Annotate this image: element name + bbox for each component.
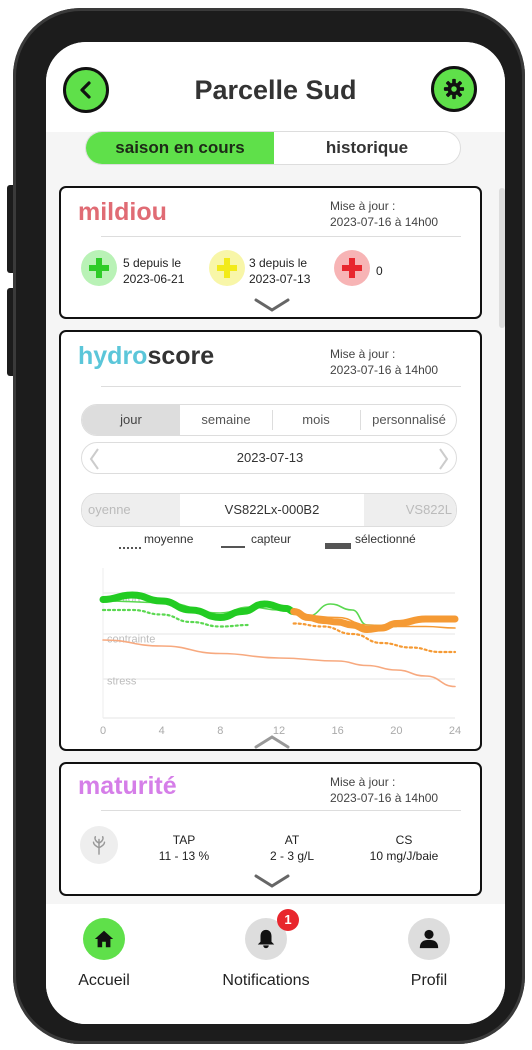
chevron-down-icon[interactable]	[254, 298, 290, 312]
metric-at-value: 2 - 3 g/L	[269, 849, 315, 863]
status-green-badge	[81, 250, 117, 286]
metric-tap-label: TAP	[172, 833, 196, 847]
sensor-selected[interactable]: VS822Lx-000B2	[180, 494, 364, 526]
tab-history[interactable]: historique	[274, 132, 460, 164]
period-selector: jour semaine mois personnalisé	[81, 404, 457, 436]
bottom-nav: Accueil Notifications Profil	[46, 904, 505, 1024]
sensor-next[interactable]: VS822L	[364, 494, 456, 526]
zone-label: contrainte	[107, 634, 155, 646]
legend-mean-swatch	[119, 547, 141, 549]
nav-profile-label[interactable]: Profil	[369, 972, 489, 990]
period-month[interactable]: mois	[272, 405, 360, 435]
metric-cs-label: CS	[395, 833, 413, 847]
legend-sensor-swatch	[221, 546, 245, 548]
nav-home-label[interactable]: Accueil	[46, 972, 164, 990]
legend-mean: moyenne	[144, 532, 194, 546]
update-date: 2023-07-16 à 14h00	[330, 363, 439, 377]
update-date: 2023-07-16 à 14h00	[330, 215, 439, 229]
date-navigator: 2023-07-13	[81, 442, 457, 474]
hydroscore-update: Mise à jour : 2023-07-16 à 14h00	[330, 346, 438, 378]
sensor-selector: oyenne VS822Lx-000B2 VS822L	[81, 493, 457, 527]
metric-cs-value: 10 mg/J/baie	[369, 849, 439, 863]
metric-at-label: AT	[284, 833, 300, 847]
maturite-card[interactable]: maturité Mise à jour : 2023-07-16 à 14h0…	[59, 762, 482, 896]
update-label: Mise à jour :	[330, 775, 396, 789]
period-day[interactable]: jour	[82, 405, 180, 435]
status-green-line1: 5 depuis le	[123, 256, 182, 270]
selected-date: 2023-07-13	[236, 450, 304, 465]
update-label: Mise à jour :	[330, 199, 396, 213]
hydroscore-title: hydroscore	[78, 342, 214, 371]
legend-sensor: capteur	[251, 532, 292, 546]
header: Parcelle Sud	[46, 42, 505, 132]
period-week[interactable]: semaine	[180, 405, 272, 435]
maturite-title: maturité	[78, 772, 177, 800]
status-green-text: 5 depuis le 2023-06-21	[123, 255, 184, 287]
profile-button[interactable]	[408, 918, 450, 960]
cross-icon	[89, 258, 109, 278]
cross-icon	[342, 258, 362, 278]
mildiou-update: Mise à jour : 2023-07-16 à 14h00	[330, 198, 438, 230]
period-custom[interactable]: personnalisé	[360, 405, 456, 435]
cross-icon	[217, 258, 237, 278]
hydroscore-card: hydroscore Mise à jour : 2023-07-16 à 14…	[59, 330, 482, 751]
gear-icon	[443, 78, 465, 100]
nav-notifications-label[interactable]: Notifications	[206, 972, 326, 990]
maturite-update: Mise à jour : 2023-07-16 à 14h00	[330, 774, 438, 806]
grape-badge	[80, 826, 118, 864]
update-label: Mise à jour :	[330, 347, 396, 361]
metric-tap-value: 11 - 13 %	[158, 849, 210, 863]
bell-icon	[257, 929, 275, 949]
legend-selected: sélectionné	[355, 532, 416, 546]
status-red-badge	[334, 250, 370, 286]
zone-label: stress	[107, 676, 137, 688]
hydroscore-chart: confortcontraintestress0 4 8 12 16 20 24	[99, 568, 461, 737]
hydroscore-title-part2: score	[147, 342, 215, 370]
x-tick-label: 16	[332, 725, 344, 737]
chevron-down-icon[interactable]	[254, 874, 290, 888]
x-tick-label: 24	[449, 725, 461, 737]
legend-selected-swatch	[325, 543, 351, 549]
notification-count-badge: 1	[277, 909, 299, 931]
app-screen: Parcelle Sud saison en cours historique …	[46, 42, 505, 1024]
series-line-green-selected	[99, 591, 298, 622]
x-tick-label: 0	[100, 725, 106, 737]
status-green-line2: 2023-06-21	[123, 272, 185, 286]
grape-leaf-icon	[92, 836, 106, 855]
settings-button[interactable]	[431, 66, 477, 112]
tab-current-season[interactable]: saison en cours	[86, 132, 274, 164]
home-button[interactable]	[83, 918, 125, 960]
status-yellow-badge	[209, 250, 245, 286]
divider	[101, 386, 461, 387]
chevron-left-icon[interactable]	[88, 447, 100, 471]
divider	[101, 810, 461, 811]
status-red-text: 0	[376, 264, 383, 278]
metric-cs: CS 10 mg/J/baie	[349, 832, 459, 864]
metric-tap: TAP 11 - 13 %	[129, 832, 239, 864]
person-icon	[419, 929, 439, 949]
chevron-up-icon[interactable]	[254, 735, 290, 749]
mildiou-title: mildiou	[78, 198, 167, 226]
status-yellow-line1: 3 depuis le	[249, 256, 308, 270]
sensor-mean[interactable]: oyenne	[82, 494, 180, 526]
divider	[101, 236, 461, 237]
scrollbar[interactable]	[499, 188, 505, 328]
hydroscore-title-part1: hydro	[78, 342, 148, 370]
metric-at: AT 2 - 3 g/L	[237, 832, 347, 864]
mildiou-card[interactable]: mildiou Mise à jour : 2023-07-16 à 14h00…	[59, 186, 482, 319]
x-tick-label: 20	[390, 725, 402, 737]
home-icon	[94, 930, 114, 948]
chevron-right-icon[interactable]	[438, 447, 450, 471]
x-tick-label: 8	[217, 725, 223, 737]
x-tick-label: 4	[159, 725, 165, 737]
season-toggle: saison en cours historique	[85, 131, 461, 165]
update-date: 2023-07-16 à 14h00	[330, 791, 439, 805]
status-yellow-line2: 2023-07-13	[249, 272, 311, 286]
status-yellow-text: 3 depuis le 2023-07-13	[249, 255, 310, 287]
